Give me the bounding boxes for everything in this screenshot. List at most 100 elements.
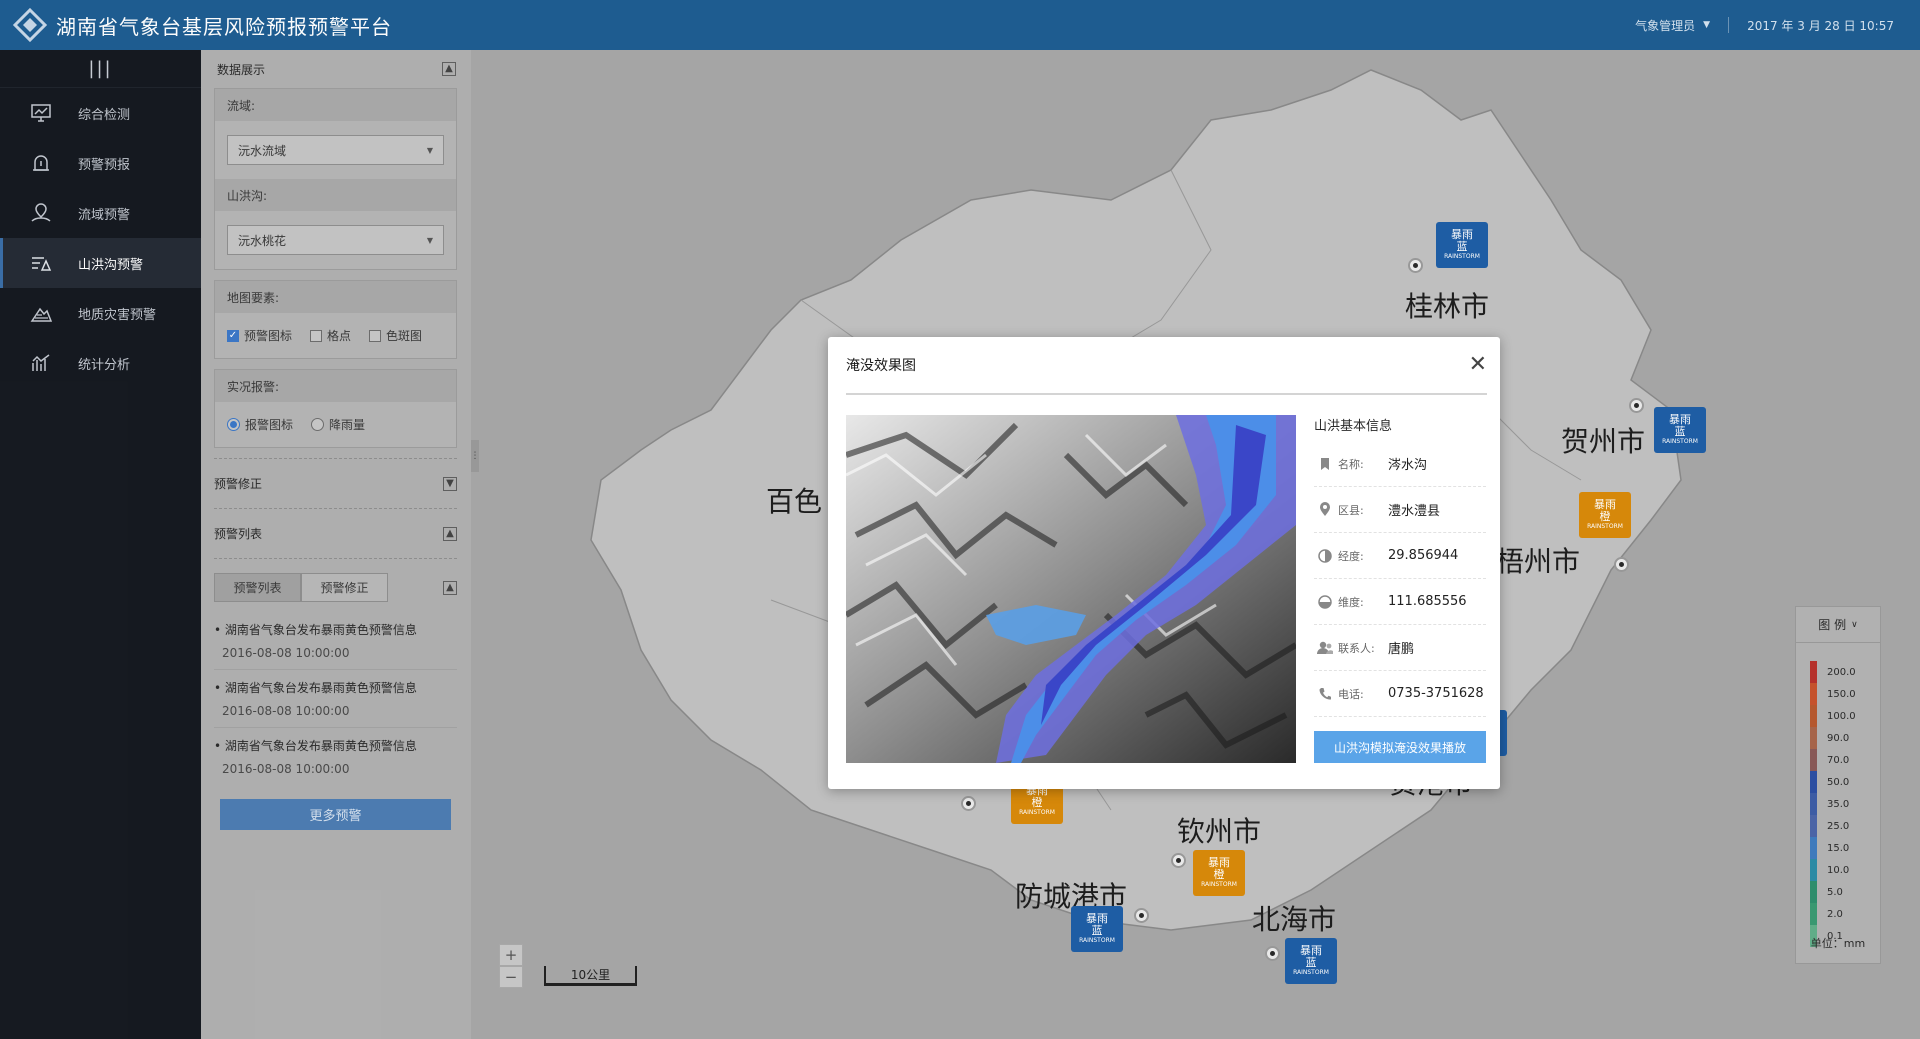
info-value: 0735-3751628 (1388, 686, 1484, 701)
info-row-phone: 电话: 0735-3751628 (1314, 671, 1486, 717)
live-report-label: 实况报警: (215, 370, 456, 402)
warning-level-label: 蓝 (1674, 425, 1686, 438)
contact-person-icon (1314, 641, 1336, 655)
city-marker[interactable] (1614, 557, 1629, 572)
rainstorm-warning-icon[interactable]: 暴雨 蓝 RAINSTORM (1654, 407, 1706, 453)
collapse-list-button[interactable]: ▲ (443, 526, 457, 541)
data-display-panel: 数据展示 ▲ 流域: 沅水流域 ▼ 山洪沟: 沅水桃花 ▼ 地图要素: ✓ 预警… (201, 50, 471, 1039)
play-flood-simulation-button[interactable]: 山洪沟模拟淹没效果播放 (1314, 731, 1486, 763)
legend-value: 50.0 (1827, 776, 1850, 788)
list-item[interactable]: • 湖南省气象台发布暴雨黄色预警信息 2016-08-08 10:00:00 (214, 728, 457, 785)
tab-warning-list[interactable]: 预警列表 (214, 573, 301, 602)
checkbox-grid-point[interactable]: 格点 (310, 327, 351, 344)
legend-row: 50.0 (1810, 771, 1870, 793)
monitor-icon (30, 102, 56, 124)
basin-label: 流域: (215, 89, 456, 121)
checkmark-icon: ✓ (227, 329, 239, 342)
legend-swatch (1810, 705, 1817, 727)
gully-label: 山洪沟: (215, 179, 456, 211)
info-row-longitude: 经度: 29.856944 (1314, 533, 1486, 579)
rainstorm-warning-icon[interactable]: 暴雨 蓝 RAINSTORM (1285, 938, 1337, 984)
legend-swatch (1810, 837, 1817, 859)
checkbox-label: 预警图标 (244, 329, 293, 343)
gully-select[interactable]: 沅水桃花 ▼ (227, 225, 444, 255)
radio-rainfall[interactable]: 降雨量 (311, 416, 365, 433)
warning-list-section[interactable]: 预警列表 ▲ (214, 508, 457, 558)
legend-unit: 单位：mm (1810, 937, 1866, 950)
rainstorm-warning-icon[interactable]: 暴雨 蓝 RAINSTORM (1071, 906, 1123, 952)
list-item[interactable]: • 湖南省气象台发布暴雨黄色预警信息 2016-08-08 10:00:00 (214, 612, 457, 670)
radio-dot (227, 418, 240, 431)
legend-swatch (1810, 683, 1817, 705)
sidebar-item-label: 统计分析 (78, 357, 131, 373)
legend-value: 10.0 (1827, 864, 1850, 876)
city-marker[interactable] (961, 796, 976, 811)
info-key: 维度: (1338, 595, 1364, 609)
rainstorm-warning-icon[interactable]: 暴雨 橙 RAINSTORM (1579, 492, 1631, 538)
legend-row: 2.0 (1810, 903, 1870, 925)
warning-level-label: 橙 (1213, 868, 1225, 881)
longitude-icon (1314, 548, 1336, 563)
warning-date: 2016-08-08 10:00:00 (222, 646, 350, 660)
map-elements-label: 地图要素: (215, 281, 456, 313)
expand-correction-button[interactable]: ▼ (443, 476, 457, 491)
city-marker[interactable] (1171, 853, 1186, 868)
sidebar-item-forecast[interactable]: 预警预报 (0, 138, 201, 188)
city-label-guilin: 桂林市 (1405, 290, 1490, 323)
city-marker[interactable] (1629, 398, 1644, 413)
city-marker[interactable] (1408, 258, 1423, 273)
radio-alarm-icon[interactable]: 报警图标 (227, 416, 293, 433)
warning-correction-section[interactable]: 预警修正 ▼ (214, 458, 457, 508)
map-zoom-control: + − (499, 944, 525, 988)
list-item[interactable]: • 湖南省气象台发布暴雨黄色预警信息 2016-08-08 10:00:00 (214, 670, 457, 728)
location-pin-icon (1314, 502, 1336, 517)
legend-row: 25.0 (1810, 815, 1870, 837)
rainstorm-warning-icon[interactable]: 暴雨 橙 RAINSTORM (1193, 850, 1245, 896)
checkbox-warning-icon[interactable]: ✓ 预警图标 (227, 327, 292, 344)
collapse-tabs-button[interactable]: ▲ (443, 580, 457, 595)
legend-row: 35.0 (1810, 793, 1870, 815)
basin-select[interactable]: 沅水流域 ▼ (227, 135, 444, 165)
legend-row: 70.0 (1810, 749, 1870, 771)
flood-icon (30, 252, 56, 274)
user-menu[interactable]: 气象管理员 ▼ (1635, 17, 1710, 34)
info-value: 29.856944 (1388, 548, 1459, 563)
zoom-out-button[interactable]: − (499, 966, 523, 988)
sidebar-item-label: 预警预报 (78, 157, 131, 173)
legend-value: 150.0 (1827, 688, 1856, 700)
sidebar-item-label: 地质灾害预警 (78, 307, 157, 323)
top-header: 湖南省气象台基层风险预报预警平台 气象管理员 ▼ 2017 年 3 月 28 日… (0, 0, 1920, 50)
legend-swatch (1810, 815, 1817, 837)
warning-date: 2016-08-08 10:00:00 (222, 704, 350, 718)
close-icon[interactable]: ✕ (1469, 354, 1487, 376)
zoom-in-button[interactable]: + (499, 944, 523, 966)
legend-scale: 200.0 150.0 100.0 90.0 70.0 50.0 35.0 25.0 15.0 1… (1810, 661, 1870, 947)
legend-value: 200.0 (1827, 666, 1856, 678)
sidebar-item-monitor[interactable]: 综合检测 (0, 88, 201, 138)
sidebar-item-flood-gully[interactable]: 山洪沟预警 (0, 238, 201, 288)
sidebar-item-basin[interactable]: 流域预警 (0, 188, 201, 238)
chart-icon (30, 352, 56, 374)
city-marker[interactable] (1265, 946, 1280, 961)
more-warnings-button[interactable]: 更多预警 (220, 799, 451, 830)
sidebar-item-geo-hazard[interactable]: 地质灾害预警 (0, 288, 201, 338)
legend-value: 90.0 (1827, 732, 1850, 744)
warning-title: 湖南省气象台发布暴雨黄色预警信息 (224, 681, 417, 695)
panel-collapse-handle[interactable]: ⋮ (471, 440, 480, 472)
section-title: 预警列表 (214, 527, 263, 541)
header-divider (1728, 17, 1730, 33)
sidebar-toggle-button[interactable]: ||| (0, 50, 201, 88)
info-row-contact: 联系人: 唐鹏 (1314, 625, 1486, 671)
city-label-qinzhou: 钦州市 (1177, 815, 1262, 848)
legend-toggle[interactable]: 图 例 ∨ (1796, 607, 1880, 643)
city-marker[interactable] (1134, 908, 1149, 923)
sidebar-item-statistics[interactable]: 统计分析 (0, 338, 201, 388)
tab-warning-correction[interactable]: 预警修正 (301, 573, 388, 602)
info-value: 111.685556 (1388, 594, 1467, 609)
warning-level-label: 橙 (1031, 796, 1043, 809)
rainstorm-warning-icon[interactable]: 暴雨 蓝 RAINSTORM (1436, 222, 1488, 268)
checkbox-color-spot[interactable]: 色斑图 (369, 327, 422, 344)
legend-row: 200.0 (1810, 661, 1870, 683)
warning-level-label: 蓝 (1091, 924, 1103, 937)
collapse-panel-button[interactable]: ▲ (442, 62, 456, 76)
